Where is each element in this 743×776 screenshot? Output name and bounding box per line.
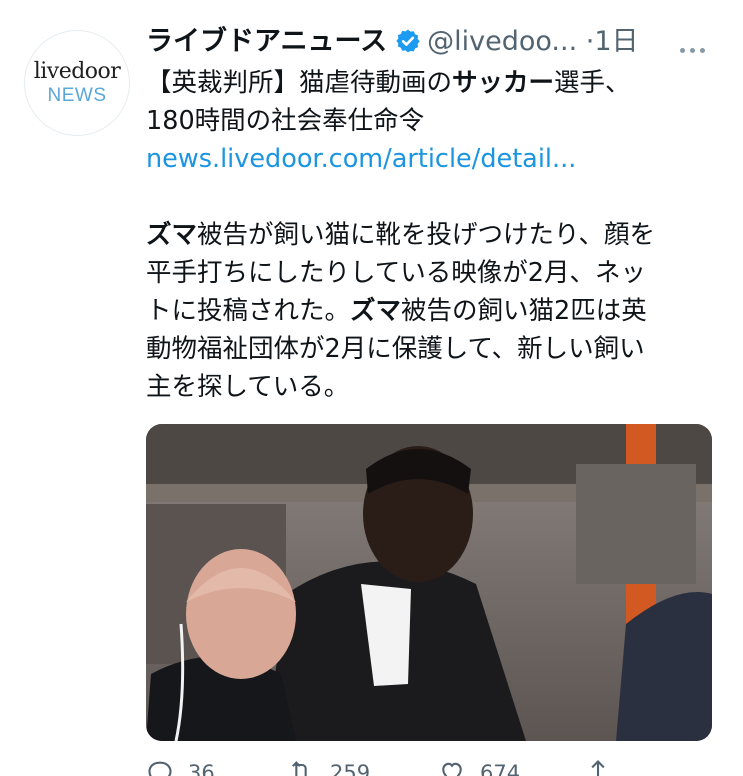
tweet-line: 主を探している。: [146, 372, 350, 402]
like-icon: [442, 762, 462, 776]
like-button[interactable]: 674: [438, 758, 520, 776]
reply-button[interactable]: 36: [146, 758, 215, 776]
retweet-button[interactable]: 259: [286, 758, 370, 776]
text-segment: 選手、: [554, 68, 631, 98]
avatar[interactable]: livedoor NEWS: [24, 30, 130, 136]
action-bar: 36 259 674: [146, 758, 712, 776]
verified-badge-icon: [396, 29, 420, 53]
display-name[interactable]: ライブドアニュース: [146, 26, 387, 57]
tweet-line: news.livedoor.com/article/detail...: [146, 140, 718, 178]
tweet-line: 動物福祉団体が2月に保護して、新しい飼い: [146, 334, 645, 364]
text-segment: 被告が飼い猫に靴を投げつけたり、顔を: [197, 220, 655, 250]
tweet-header: ライブドアニュース @livedoo... ·1日: [146, 24, 726, 60]
bold-keyword: ズマ: [350, 296, 402, 326]
retweet-count: 259: [330, 761, 371, 776]
tweet-photo[interactable]: [146, 424, 712, 741]
timestamp[interactable]: 1日: [594, 26, 638, 57]
more-icon[interactable]: [680, 38, 710, 53]
more-dot: [690, 48, 695, 53]
logo-livedoor-text: livedoor: [33, 59, 121, 84]
logo-news-text: NEWS: [47, 85, 107, 106]
text-segment: 被告の飼い猫2匹は英: [401, 296, 647, 326]
more-dot: [700, 48, 705, 53]
more-dot: [680, 48, 685, 53]
photo-illustration: [146, 424, 712, 741]
tweet-line: 【英裁判所】猫虐待動画のサッカー選手、: [146, 64, 718, 102]
tweet-line: 180時間の社会奉仕命令: [146, 106, 425, 136]
tweet-line: ズマ被告が飼い猫に靴を投げつけたり、顔を: [146, 216, 718, 254]
tweet-text: 【英裁判所】猫虐待動画のサッカー選手、 180時間の社会奉仕命令 news.li…: [146, 64, 718, 406]
like-count: 674: [480, 761, 521, 776]
share-icon: [591, 760, 605, 776]
bold-keyword: ズマ: [146, 220, 198, 250]
text-segment: トに投稿された。: [146, 296, 351, 326]
retweet-icon: [292, 761, 307, 776]
tweet-line: トに投稿された。ズマ被告の飼い猫2匹は英: [146, 292, 718, 330]
text-segment: 【英裁判所】猫虐待動画の: [146, 68, 453, 98]
handle[interactable]: @livedoo...: [427, 26, 577, 57]
bold-keyword: サッカー: [452, 68, 555, 98]
reply-count: 36: [188, 761, 215, 776]
reply-icon: [148, 761, 172, 776]
article-link[interactable]: news.livedoor.com/article/detail...: [146, 144, 576, 174]
share-button[interactable]: [584, 758, 612, 776]
tweet-line: 平手打ちにしたりしている映像が2月、ネッ: [146, 258, 646, 288]
